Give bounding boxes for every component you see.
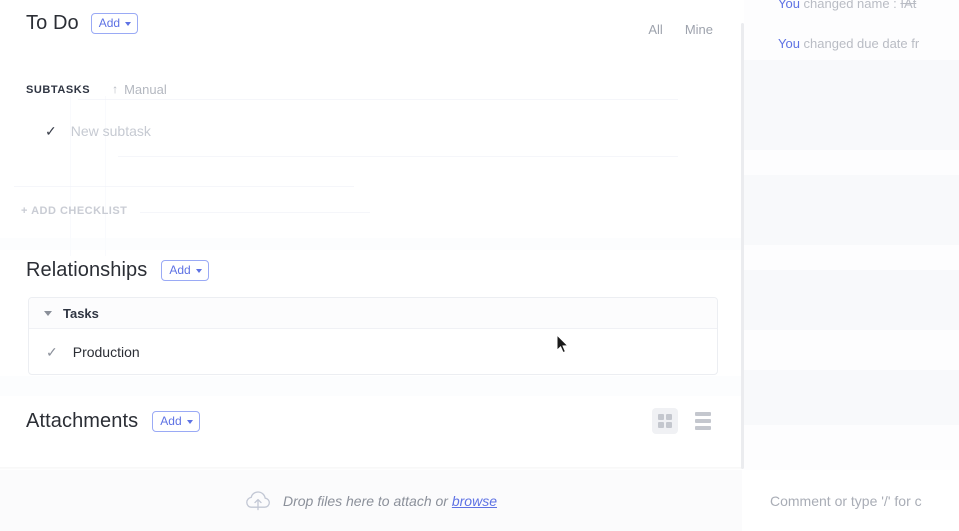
ghost-artifact [118,156,678,157]
check-icon: ✓ [46,343,58,360]
ghost-artifact [744,60,959,150]
subtasks-sort-control[interactable]: ↑ Manual [112,82,167,97]
ghost-artifact [744,370,959,425]
todo-section-header: To Do Add [26,10,139,36]
page-title: To Do [26,12,79,34]
table-row[interactable]: ✓ Production [29,329,717,374]
activity-entry: You changed name : IAt [778,0,916,12]
relationships-add-label: Add [169,262,191,277]
attachments-view-toggle [652,408,716,434]
relationships-group-label: Tasks [63,305,99,321]
ghost-artifact [14,186,354,187]
tab-mine[interactable]: Mine [685,22,713,38]
new-subtask-input[interactable]: New subtask [71,123,151,139]
relationships-section-header: Relationships Add [26,257,209,283]
activity-action: changed due date fr [799,36,920,51]
ghost-artifact [744,175,959,245]
dropzone-message: Drop files here to attach or [282,492,452,509]
comment-input[interactable]: Comment or type '/' for c [770,493,922,509]
check-icon: ✓ [45,123,57,139]
tab-all[interactable]: All [648,22,662,38]
relationships-add-button[interactable]: Add [161,259,209,281]
grid-icon [658,414,672,428]
chevron-down-icon [186,419,193,424]
relationships-group-header[interactable]: Tasks [29,298,717,329]
caret-down-icon [44,310,52,316]
relationships-title: Relationships [26,259,148,281]
activity-panel: You changed name : IAt You changed due d… [744,0,959,470]
subtasks-sort-label: Manual [124,82,167,97]
attachments-add-label: Add [160,413,182,428]
list-icon [695,412,711,430]
todo-add-label: Add [98,15,121,30]
subtasks-bar: SUBTASKS ↑ Manual [26,82,167,97]
chevron-down-icon [125,21,132,26]
subtask-filter-tabs: All Mine [648,22,713,38]
activity-actor: You [778,36,800,51]
ghost-artifact [78,99,678,100]
dropzone-text: Drop files here to attach or browse [283,493,497,509]
activity-entry: You changed due date fr [778,36,919,52]
task-detail-view: To Do Add All Mine SUBTASKS ↑ Manual ✓ N… [0,0,959,531]
cloud-upload-icon [246,490,270,510]
list-view-button[interactable] [690,408,716,434]
browse-link[interactable]: browse [452,493,497,509]
attachment-dropzone[interactable]: Drop files here to attach or browse [0,470,742,531]
todo-add-button[interactable]: Add [90,12,139,34]
activity-actor: You [778,0,800,11]
chevron-down-icon [195,268,202,273]
arrow-up-icon: ↑ [112,82,119,96]
main-panel: To Do Add All Mine SUBTASKS ↑ Manual ✓ N… [0,0,742,470]
comment-bar[interactable]: Comment or type '/' for c [744,470,959,531]
relationship-item-label: Production [72,343,140,360]
ghost-artifact [140,212,370,213]
activity-value: IAt [900,0,917,11]
attachments-title: Attachments [26,410,139,432]
relationships-table: Tasks ✓ Production [28,297,718,375]
ghost-artifact [744,270,959,330]
attachments-add-button[interactable]: Add [152,410,200,432]
subtasks-label: SUBTASKS [26,83,91,96]
new-subtask-row[interactable]: ✓ New subtask [45,120,151,142]
ghost-artifact [0,376,742,396]
activity-action: changed name : [799,0,901,11]
add-checklist-button[interactable]: + ADD CHECKLIST [21,205,127,217]
grid-view-button[interactable] [652,408,678,434]
ghost-artifact [0,238,742,250]
attachments-section-header: Attachments Add [26,408,200,434]
